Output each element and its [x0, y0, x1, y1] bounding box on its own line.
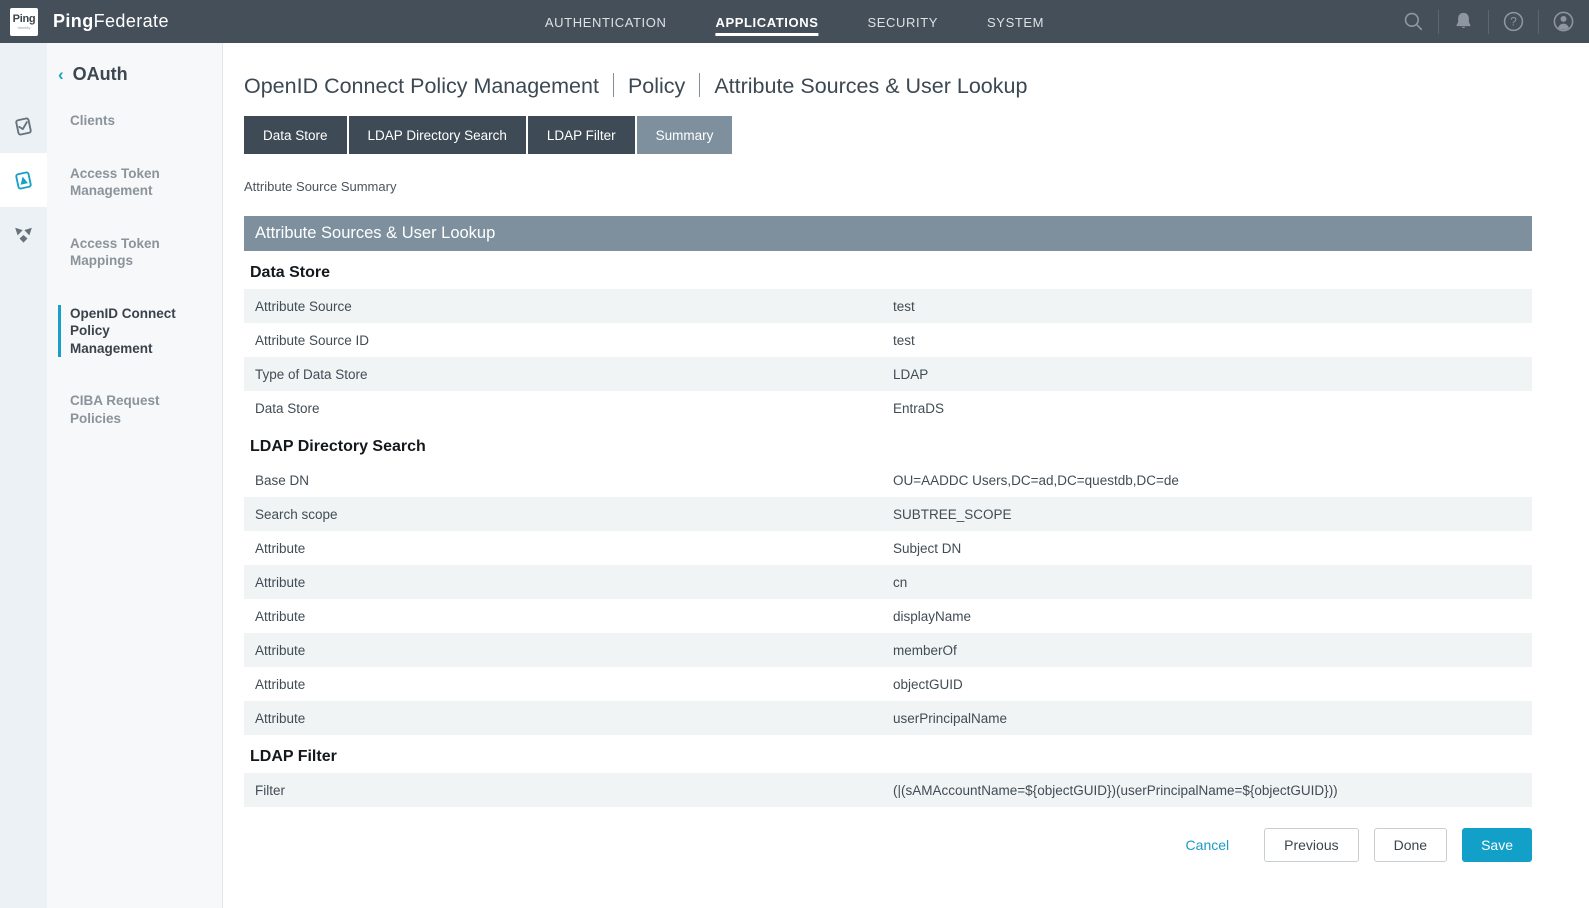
row-value: LDAP [893, 367, 928, 382]
row-label: Filter [244, 783, 285, 798]
top-header: Ping Identity PingFederate AUTHENTICATIO… [0, 0, 1589, 43]
sidebar-item-ciba-request-policies[interactable]: CIBA Request Policies [70, 392, 208, 427]
rail-mappings-icon[interactable] [0, 207, 47, 261]
nav-applications[interactable]: APPLICATIONS [715, 11, 818, 36]
wizard-tabs: Data Store LDAP Directory Search LDAP Fi… [244, 116, 1532, 154]
product-name-bold: Ping [53, 11, 94, 31]
summary-table-header: Attribute Sources & User Lookup [244, 216, 1532, 251]
summary-sections: Data StoreAttribute SourcetestAttribute … [244, 264, 1532, 807]
summary-row: Filter (|(sAMAccountName=${objectGUID})(u… [244, 773, 1532, 807]
row-value: EntraDS [893, 401, 944, 416]
summary-row: Search scope SUBTREE_SCOPE [244, 497, 1532, 531]
row-value: Subject DN [893, 541, 961, 556]
summary-row: Attribute memberOf [244, 633, 1532, 667]
cancel-link[interactable]: Cancel [1186, 837, 1230, 853]
nav-authentication[interactable]: AUTHENTICATION [545, 11, 667, 36]
tab-data-store[interactable]: Data Store [244, 116, 347, 154]
row-value: objectGUID [893, 677, 963, 692]
row-label: Type of Data Store [244, 367, 368, 382]
row-label: Attribute [244, 643, 305, 658]
mappings-icon [11, 222, 36, 247]
title-separator [699, 73, 700, 97]
summary-row: Attribute Subject DN [244, 531, 1532, 565]
product-name-light: Federate [94, 11, 169, 31]
row-label: Attribute Source ID [244, 333, 369, 348]
summary-row: Attribute Source test [244, 289, 1532, 323]
row-label: Attribute [244, 711, 305, 726]
row-value: memberOf [893, 643, 957, 658]
row-value: OU=AADDC Users,DC=ad,DC=questdb,DC=de [893, 473, 1179, 488]
sidebar-section-title: OAuth [73, 64, 128, 85]
search-icon[interactable] [1402, 10, 1425, 33]
section-heading: LDAP Directory Search [250, 438, 1532, 456]
summary-row: Attribute objectGUID [244, 667, 1532, 701]
row-label: Attribute Source [244, 299, 352, 314]
sidebar-item-clients[interactable]: Clients [70, 112, 208, 130]
notifications-icon[interactable] [1452, 10, 1475, 33]
row-label: Attribute [244, 677, 305, 692]
breadcrumb-part: Attribute Sources & User Lookup [714, 74, 1027, 98]
page-title: OpenID Connect Policy Management Policy At… [244, 73, 1532, 99]
logo-text: Ping [13, 14, 36, 25]
nav-security[interactable]: SECURITY [867, 11, 938, 36]
icon-rail [0, 43, 47, 908]
tab-ldap-directory-search[interactable]: LDAP Directory Search [349, 116, 526, 154]
header-icon-group: ? [1402, 10, 1575, 34]
row-label: Attribute [244, 575, 305, 590]
row-label: Attribute [244, 609, 305, 624]
save-button[interactable]: Save [1462, 828, 1532, 862]
sidebar: ‹ OAuth Clients Access Token Management … [47, 43, 223, 908]
primary-nav: AUTHENTICATION APPLICATIONS SECURITY SYS… [545, 0, 1044, 43]
summary-row: Data Store EntraDS [244, 391, 1532, 425]
summary-row: Attribute Source ID test [244, 323, 1532, 357]
svg-text:?: ? [1510, 15, 1517, 29]
summary-row: Attribute displayName [244, 599, 1532, 633]
title-separator [613, 73, 614, 97]
ping-identity-logo: Ping Identity [10, 8, 38, 36]
row-value: test [893, 299, 915, 314]
tab-ldap-filter[interactable]: LDAP Filter [528, 116, 635, 154]
row-value: SUBTREE_SCOPE [893, 507, 1012, 522]
row-label: Data Store [244, 401, 320, 416]
footer-actions: Cancel Previous Done Save [244, 828, 1532, 882]
sidebar-item-access-token-management[interactable]: Access Token Management [70, 165, 208, 200]
summary-row: Attribute cn [244, 565, 1532, 599]
summary-row: Base DN OU=AADDC Users,DC=ad,DC=questdb,D… [244, 463, 1532, 497]
row-value: userPrincipalName [893, 711, 1007, 726]
rail-access-token-icon[interactable] [0, 153, 47, 207]
icon-divider [1488, 10, 1489, 34]
row-label: Search scope [244, 507, 338, 522]
tab-summary[interactable]: Summary [637, 116, 733, 154]
section-heading: Data Store [250, 264, 1532, 282]
product-name: PingFederate [53, 11, 169, 32]
row-label: Base DN [244, 473, 309, 488]
chevron-left-icon: ‹ [58, 65, 64, 85]
sidebar-item-access-token-mappings[interactable]: Access Token Mappings [70, 235, 208, 270]
sidebar-item-openid-connect-policy-management[interactable]: OpenID Connect Policy Management [58, 305, 196, 358]
section-heading: LDAP Filter [250, 748, 1532, 766]
row-value: displayName [893, 609, 971, 624]
icon-divider [1438, 10, 1439, 34]
nav-system[interactable]: SYSTEM [987, 11, 1044, 36]
summary-row: Type of Data Store LDAP [244, 357, 1532, 391]
logo-subtext: Identity [18, 26, 31, 30]
main-content: OpenID Connect Policy Management Policy At… [223, 43, 1589, 908]
done-button[interactable]: Done [1374, 828, 1447, 862]
breadcrumb-part: Policy [628, 74, 685, 98]
row-value: test [893, 333, 915, 348]
summary-row: Attribute userPrincipalName [244, 701, 1532, 735]
summary-description: Attribute Source Summary [244, 179, 1532, 194]
sidebar-back-oauth[interactable]: ‹ OAuth [70, 64, 222, 85]
account-icon[interactable] [1552, 10, 1575, 33]
clients-icon [11, 114, 36, 139]
row-value: cn [893, 575, 907, 590]
icon-divider [1538, 10, 1539, 34]
row-label: Attribute [244, 541, 305, 556]
access-token-icon [11, 168, 36, 193]
row-value: (|(sAMAccountName=${objectGUID})(userPri… [893, 783, 1338, 798]
help-icon[interactable]: ? [1502, 10, 1525, 33]
rail-clients-icon[interactable] [0, 99, 47, 153]
breadcrumb-part: OpenID Connect Policy Management [244, 74, 599, 98]
previous-button[interactable]: Previous [1264, 828, 1358, 862]
